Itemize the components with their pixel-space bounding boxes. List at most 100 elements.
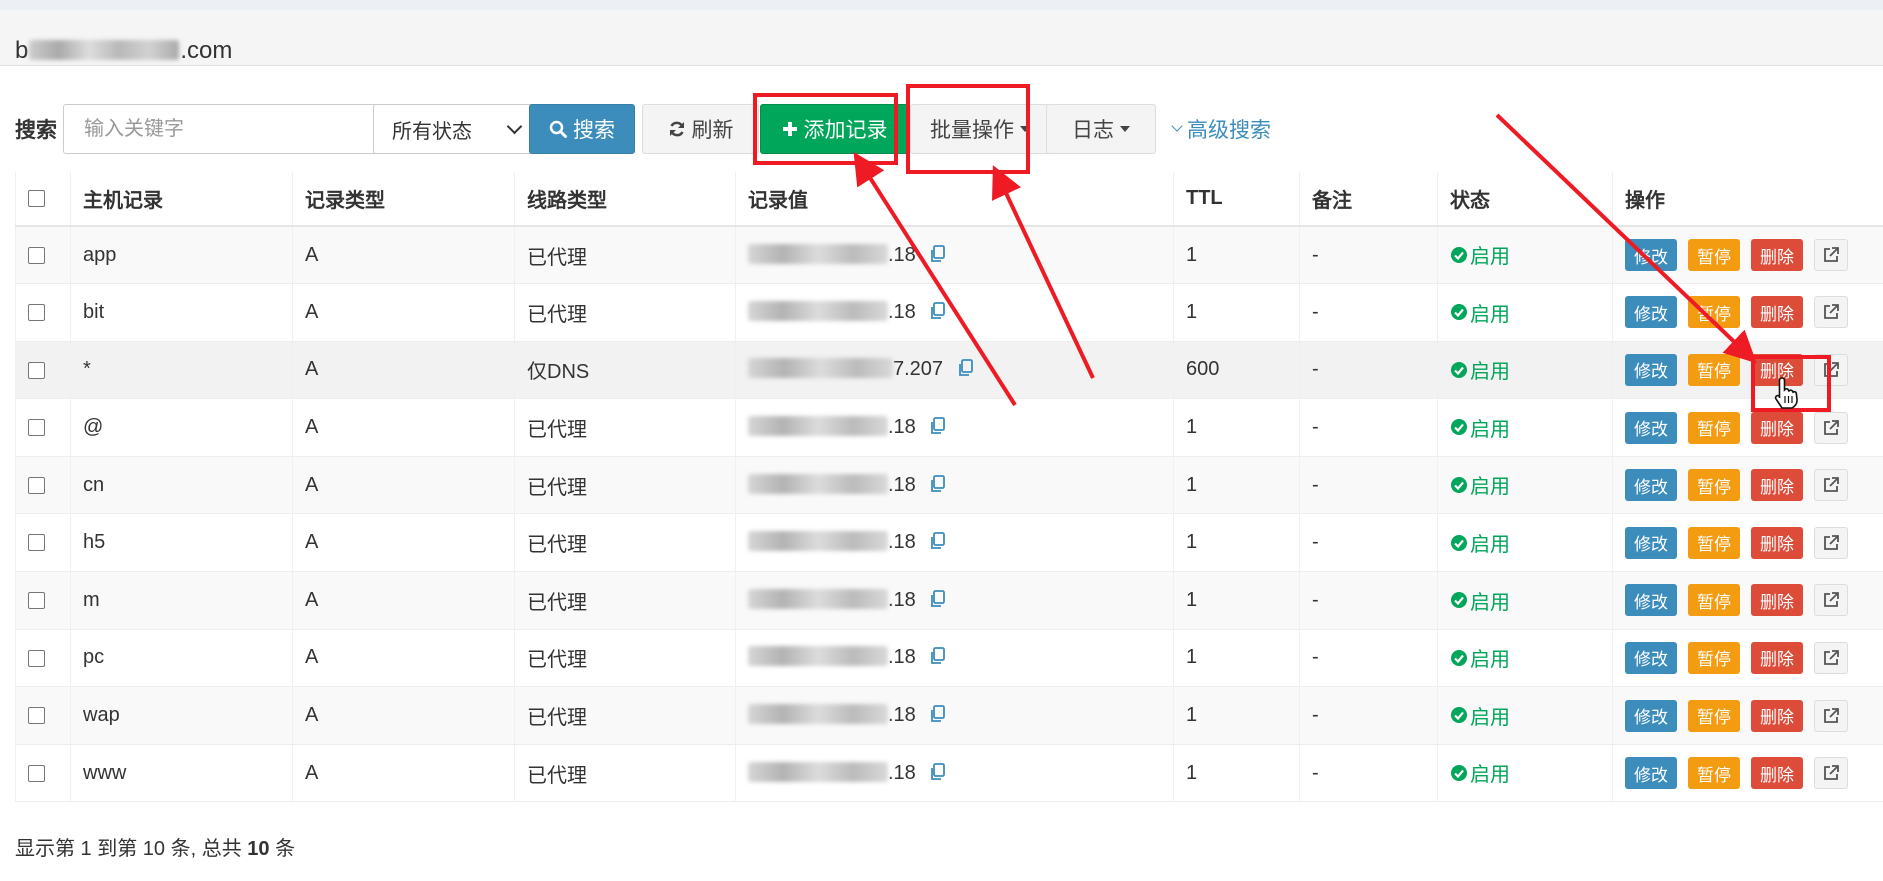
header-host[interactable]: 主机记录 (70, 172, 293, 227)
value-cell: .18 (735, 629, 1174, 688)
search-button[interactable]: 搜索 (529, 104, 635, 154)
open-link-button[interactable] (1814, 699, 1848, 732)
remark-cell: - (1299, 283, 1438, 342)
host-cell: * (70, 341, 293, 400)
copy-icon[interactable] (929, 705, 947, 723)
delete-button[interactable]: 删除 (1751, 757, 1803, 790)
pause-button[interactable]: 暂停 (1688, 584, 1740, 617)
ttl-cell: 1 (1173, 398, 1300, 457)
edit-button[interactable]: 修改 (1625, 469, 1677, 502)
open-link-button[interactable] (1814, 296, 1848, 329)
copy-icon[interactable] (929, 647, 947, 665)
action-cell: 修改 暂停 删除 (1612, 571, 1883, 630)
value-cell: .18 (735, 686, 1174, 745)
delete-button[interactable]: 删除 (1751, 641, 1803, 674)
status-badge: 启用 (1450, 298, 1510, 327)
check-circle-icon (1451, 649, 1467, 666)
pause-button[interactable]: 暂停 (1688, 469, 1740, 502)
type-cell: A (292, 283, 515, 342)
header-type[interactable]: 记录类型 (292, 172, 515, 227)
header-ttl[interactable]: TTL (1173, 172, 1300, 227)
row-checkbox[interactable] (28, 246, 45, 264)
edit-button[interactable]: 修改 (1625, 526, 1677, 559)
open-link-button[interactable] (1814, 641, 1848, 674)
refresh-button[interactable]: 刷新 (642, 104, 759, 154)
delete-button[interactable]: 删除 (1751, 526, 1803, 559)
delete-button[interactable]: 删除 (1751, 699, 1803, 732)
pause-button[interactable]: 暂停 (1688, 526, 1740, 559)
table-row: app A 已代理 .18 1 - 启用 修改 暂停 删除 (15, 226, 1883, 285)
pause-button[interactable]: 暂停 (1688, 296, 1740, 329)
open-link-button[interactable] (1814, 411, 1848, 444)
edit-button[interactable]: 修改 (1625, 641, 1677, 674)
row-checkbox[interactable] (28, 764, 45, 782)
copy-icon[interactable] (929, 417, 947, 435)
table-row: wap A 已代理 .18 1 - 启用 修改 暂停 删除 (15, 686, 1883, 745)
delete-button[interactable]: 删除 (1751, 296, 1803, 329)
copy-icon[interactable] (929, 532, 947, 550)
status-text: 启用 (1470, 361, 1510, 384)
row-checkbox[interactable] (28, 592, 45, 610)
open-link-button[interactable] (1814, 757, 1848, 790)
row-checkbox[interactable] (28, 534, 45, 552)
action-cell: 修改 暂停 删除 (1612, 283, 1883, 342)
edit-button[interactable]: 修改 (1625, 411, 1677, 444)
header-line[interactable]: 线路类型 (514, 172, 736, 227)
table-row: h5 A 已代理 .18 1 - 启用 修改 暂停 删除 (15, 513, 1883, 573)
edit-button[interactable]: 修改 (1625, 699, 1677, 732)
status-select-value: 所有状态 (392, 120, 472, 143)
copy-icon[interactable] (957, 359, 975, 377)
delete-button[interactable]: 删除 (1751, 584, 1803, 617)
row-checkbox[interactable] (28, 419, 45, 437)
row-checkbox[interactable] (28, 304, 45, 322)
row-select-cell (15, 341, 71, 400)
table-header-row: 主机记录 记录类型 线路类型 记录值 TTL 备注 状态 操作 (15, 172, 1883, 227)
line-cell: 已代理 (514, 513, 736, 573)
edit-button[interactable]: 修改 (1625, 353, 1677, 386)
pause-button[interactable]: 暂停 (1688, 757, 1740, 790)
remark-cell: - (1299, 686, 1438, 745)
copy-icon[interactable] (929, 762, 947, 781)
edit-button[interactable]: 修改 (1625, 757, 1677, 790)
header-value[interactable]: 记录值 (735, 172, 1174, 227)
open-link-button[interactable] (1814, 584, 1848, 617)
pause-button[interactable]: 暂停 (1688, 239, 1740, 272)
remark-cell: - (1299, 513, 1438, 573)
open-link-button[interactable] (1814, 239, 1848, 272)
edit-button[interactable]: 修改 (1625, 296, 1677, 329)
header-status[interactable]: 状态 (1437, 172, 1613, 227)
copy-icon[interactable] (929, 474, 947, 493)
row-checkbox[interactable] (28, 476, 45, 494)
search-input[interactable] (82, 116, 362, 142)
advanced-search-link[interactable]: 高级搜索 (1171, 104, 1271, 154)
chevron-down-icon (1171, 120, 1183, 132)
open-link-button[interactable] (1814, 469, 1848, 502)
pause-button[interactable]: 暂停 (1688, 641, 1740, 674)
log-button[interactable]: 日志 (1046, 104, 1156, 154)
pause-button[interactable]: 暂停 (1688, 353, 1740, 386)
copy-icon[interactable] (929, 589, 947, 608)
row-checkbox[interactable] (28, 707, 45, 725)
copy-icon[interactable] (929, 301, 947, 320)
delete-button[interactable]: 删除 (1751, 469, 1803, 502)
status-text: 启用 (1470, 476, 1510, 499)
status-select[interactable]: 所有状态 (373, 104, 539, 154)
delete-button[interactable]: 删除 (1751, 411, 1803, 444)
ttl-cell: 1 (1173, 571, 1300, 630)
open-link-button[interactable] (1814, 526, 1848, 559)
delete-button[interactable]: 删除 (1751, 239, 1803, 272)
pause-button[interactable]: 暂停 (1688, 699, 1740, 732)
select-all-checkbox[interactable] (28, 190, 45, 208)
status-badge: 启用 (1450, 701, 1510, 730)
pause-button[interactable]: 暂停 (1688, 411, 1740, 444)
remark-cell: - (1299, 456, 1438, 515)
record-value: .18 (888, 646, 916, 669)
edit-button[interactable]: 修改 (1625, 584, 1677, 617)
status-text: 启用 (1470, 706, 1510, 729)
row-checkbox[interactable] (28, 361, 45, 379)
type-cell: A (292, 686, 515, 745)
copy-icon[interactable] (929, 244, 947, 263)
header-remark[interactable]: 备注 (1299, 172, 1438, 227)
edit-button[interactable]: 修改 (1625, 239, 1677, 272)
row-checkbox[interactable] (28, 649, 45, 667)
